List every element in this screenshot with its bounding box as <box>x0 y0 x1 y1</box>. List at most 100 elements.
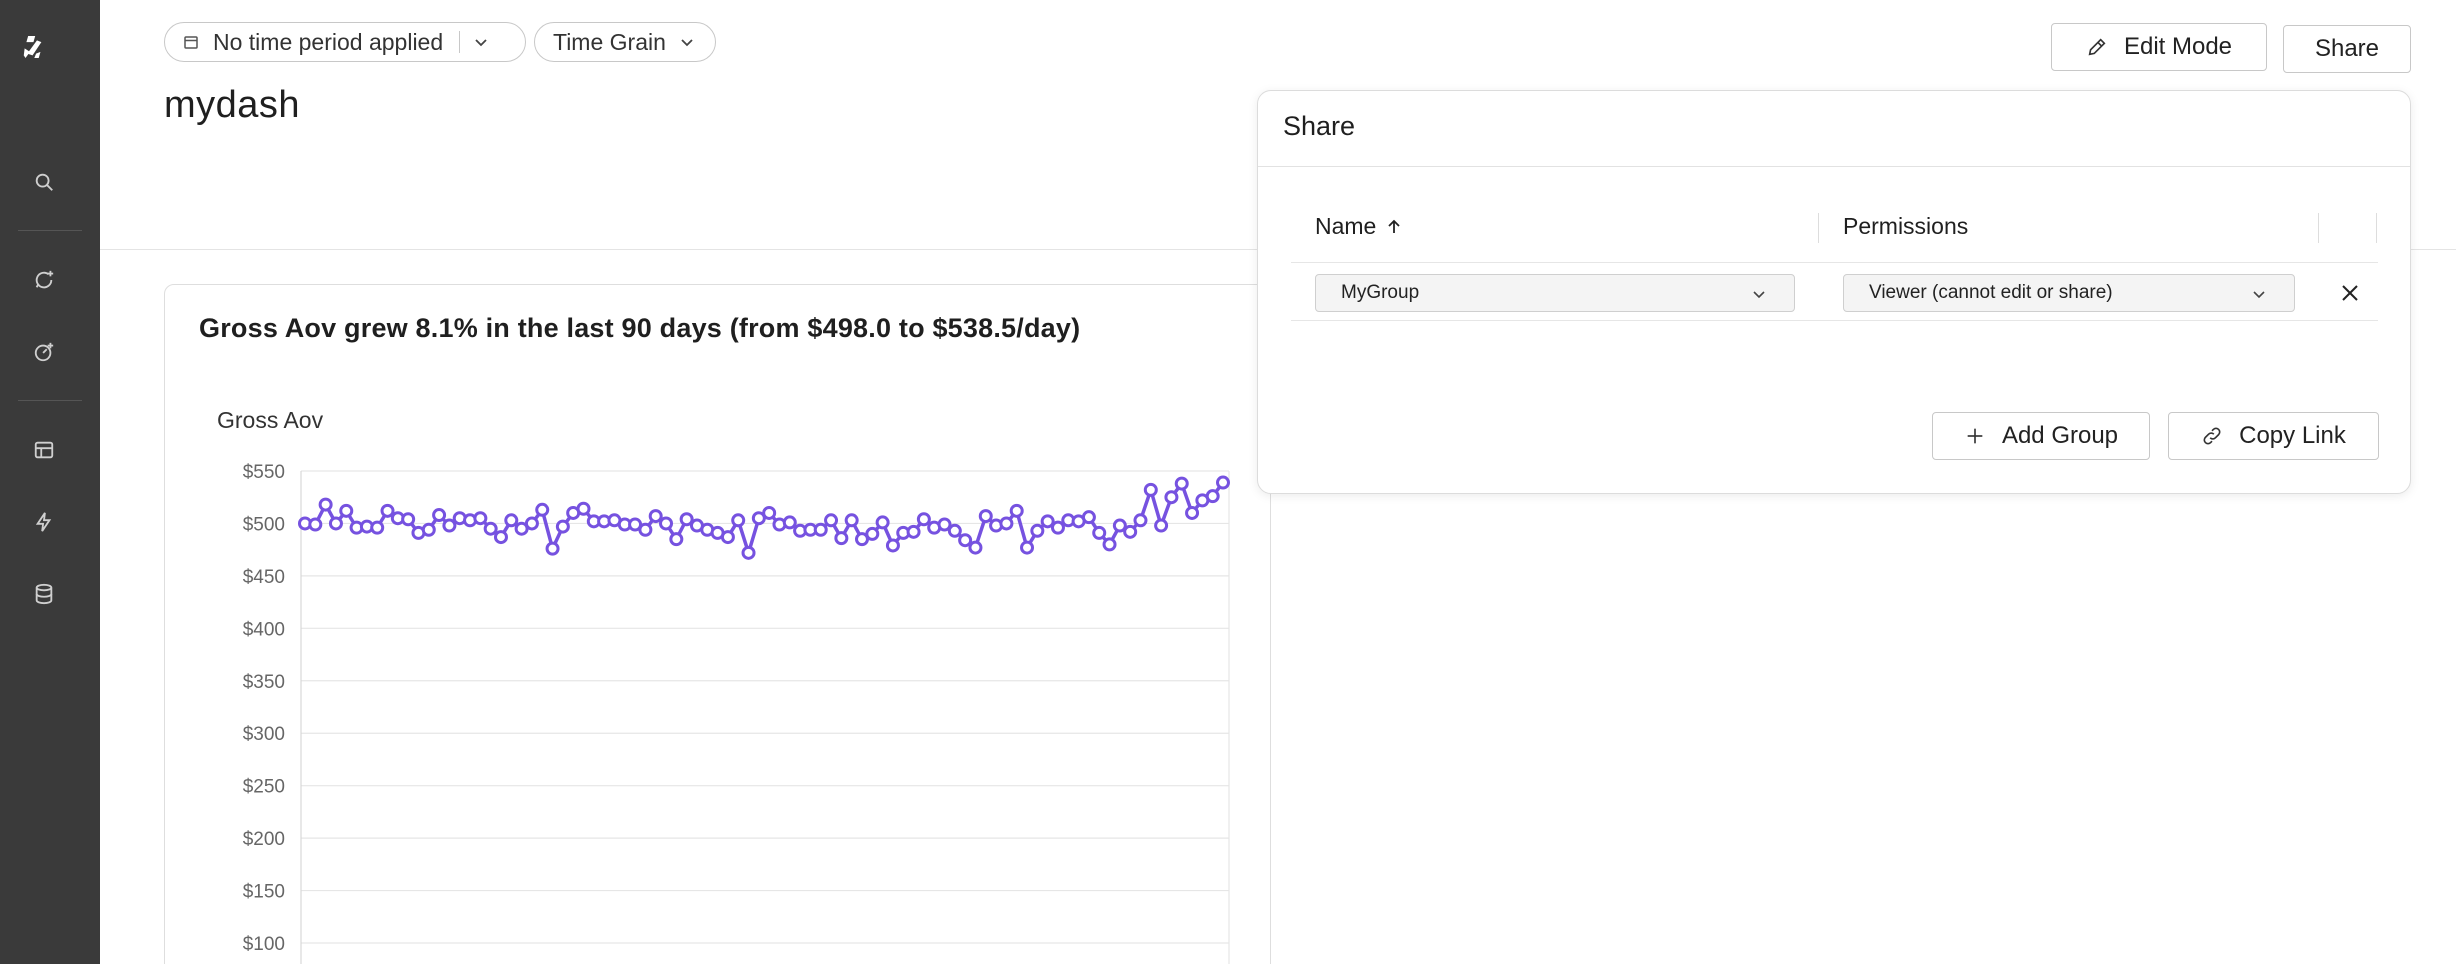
chevron-down-icon <box>1753 291 1765 299</box>
link-icon <box>2203 427 2221 445</box>
data-point <box>1123 524 1138 539</box>
y-tick-label: $400 <box>243 619 285 640</box>
data-point <box>1081 510 1096 525</box>
data-point <box>1020 540 1035 555</box>
data-point <box>421 522 436 537</box>
edit-mode-button[interactable]: Edit Mode <box>2051 23 2267 71</box>
new-chat-icon[interactable] <box>28 264 60 296</box>
y-tick-label: $350 <box>243 672 285 693</box>
new-dashboard-icon[interactable] <box>28 336 60 368</box>
share-dialog-title: Share <box>1283 111 1356 141</box>
copy-link-label: Copy Link <box>2239 422 2346 449</box>
table-icon[interactable] <box>28 434 60 466</box>
data-point <box>875 515 890 530</box>
data-point <box>813 522 828 537</box>
data-point <box>504 513 519 528</box>
permission-select[interactable]: Viewer (cannot edit or share) <box>1843 274 2295 312</box>
y-tick-label: $150 <box>243 882 285 903</box>
data-point <box>524 516 539 531</box>
y-tick-label: $100 <box>243 934 285 955</box>
data-point <box>648 509 663 524</box>
data-point <box>318 497 333 512</box>
y-tick-label: $300 <box>243 724 285 745</box>
chevron-down-icon <box>2253 291 2265 299</box>
data-point <box>906 524 921 539</box>
data-point <box>1164 490 1179 505</box>
name-column-header[interactable]: Name <box>1315 213 1404 240</box>
column-separator <box>1818 213 1819 243</box>
remove-row-icon[interactable] <box>2337 280 2363 306</box>
chevron-down-icon[interactable] <box>472 33 490 51</box>
nav-divider <box>18 230 82 231</box>
data-point <box>720 530 735 545</box>
chart-card: Gross Aov grew 8.1% in the last 90 days … <box>164 284 1271 964</box>
sort-ascending-icon <box>1388 219 1400 233</box>
plus-icon <box>1967 428 1983 444</box>
pencil-icon <box>2088 38 2106 56</box>
data-point <box>308 517 323 532</box>
y-tick-label: $450 <box>243 567 285 588</box>
data-point <box>432 508 447 523</box>
chevron-down-icon <box>681 39 693 47</box>
dashboard-title: mydash <box>164 84 301 126</box>
data-point <box>576 501 591 516</box>
column-separator <box>2376 213 2377 243</box>
data-point <box>865 526 880 541</box>
data-point <box>834 531 849 546</box>
time-period-filter[interactable]: No time period applied <box>164 22 526 62</box>
data-point <box>483 521 498 536</box>
data-point <box>401 512 416 527</box>
y-axis-label: Gross Aov <box>217 407 324 433</box>
pill-divider <box>459 31 461 53</box>
data-point <box>947 523 962 538</box>
add-group-label: Add Group <box>2001 422 2119 449</box>
data-point <box>555 519 570 534</box>
line-chart: Gross Aov $550 $500 $450 $400 $350 $300 $250 $20… <box>217 407 1230 964</box>
search-icon[interactable] <box>28 166 60 198</box>
logo[interactable] <box>22 36 64 86</box>
time-grain-label: Time Grain <box>553 28 666 55</box>
data-point <box>999 516 1014 531</box>
data-point <box>885 538 900 553</box>
data-point <box>545 541 560 556</box>
data-point <box>1216 475 1230 490</box>
data-point <box>916 512 931 527</box>
data-point <box>1050 520 1065 535</box>
data-point <box>762 505 777 520</box>
data-point <box>1205 489 1220 504</box>
y-tick-label: $500 <box>243 514 285 535</box>
data-point <box>978 509 993 524</box>
data-point <box>1092 525 1107 540</box>
database-icon[interactable] <box>28 578 60 610</box>
group-name-select[interactable]: MyGroup <box>1315 274 1795 312</box>
data-point <box>1143 482 1158 497</box>
data-point <box>958 533 973 548</box>
data-point <box>535 502 550 517</box>
data-point <box>442 518 457 533</box>
share-button[interactable]: Share <box>2283 25 2411 73</box>
data-point <box>968 540 983 555</box>
data-point <box>1102 537 1117 552</box>
column-separator <box>2318 213 2319 243</box>
table-row-rule <box>1291 320 2378 321</box>
data-point <box>1174 476 1189 491</box>
nav-divider <box>18 400 82 401</box>
y-tick-label: $550 <box>243 462 285 483</box>
permission-value: Viewer (cannot edit or share) <box>1869 282 2113 303</box>
bolt-icon[interactable] <box>28 506 60 538</box>
data-point <box>782 515 797 530</box>
y-tick-label: $250 <box>243 777 285 798</box>
data-point <box>731 513 746 528</box>
time-grain-filter[interactable]: Time Grain <box>534 22 716 62</box>
permissions-column-header: Permissions <box>1843 213 1968 240</box>
group-name-value: MyGroup <box>1341 282 1420 303</box>
table-header-rule <box>1291 262 2378 263</box>
data-point <box>669 532 684 547</box>
data-point <box>339 503 354 518</box>
data-point <box>1030 523 1045 538</box>
time-period-label: No time period applied <box>213 28 444 55</box>
copy-link-button[interactable]: Copy Link <box>2168 412 2379 460</box>
add-group-button[interactable]: Add Group <box>1932 412 2150 460</box>
share-dialog-divider <box>1258 166 2410 167</box>
data-point <box>473 511 488 526</box>
